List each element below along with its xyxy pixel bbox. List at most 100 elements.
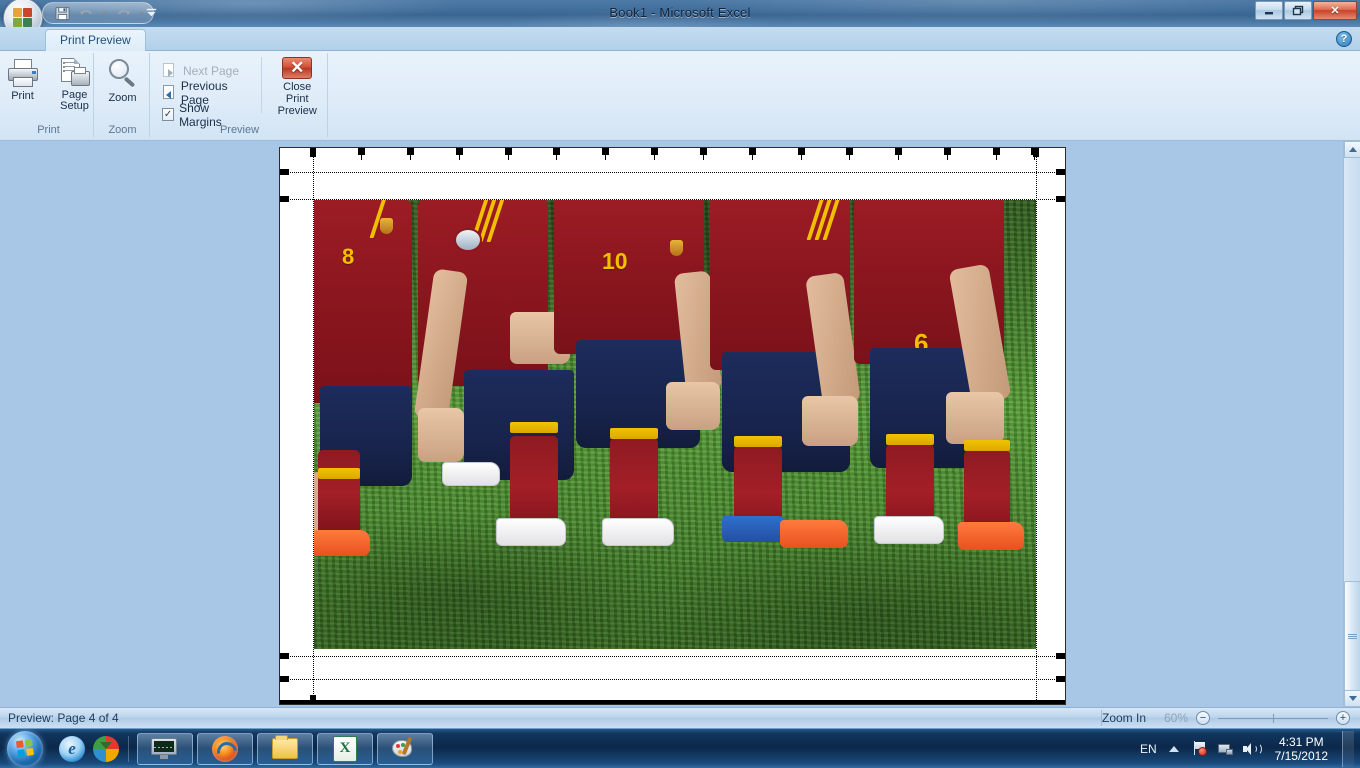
ribbon-group-print-label: Print	[37, 124, 60, 136]
zoom-out-button[interactable]: −	[1196, 711, 1210, 725]
excel-print-preview-window: ▾ ▾ Book1 - Microsoft Excel ✕ Print Prev…	[0, 0, 1360, 768]
zoom-percent[interactable]: 60%	[1154, 711, 1188, 725]
clock-time: 4:31 PM	[1278, 734, 1324, 749]
taskbar-item-paint[interactable]	[377, 732, 433, 765]
close-red-icon: ✕	[282, 57, 313, 79]
header-margin-line[interactable]	[280, 172, 1065, 173]
zoom-in-label[interactable]: Zoom In	[1102, 711, 1146, 725]
status-bar: Preview: Page 4 of 4 Zoom In 60% − +	[0, 707, 1360, 728]
scrollbar-thumb[interactable]	[1344, 581, 1360, 691]
previous-page-icon	[162, 84, 176, 101]
restore-button[interactable]	[1284, 1, 1312, 20]
preview-group-divider	[260, 57, 262, 113]
column-break-handle[interactable]	[505, 148, 512, 160]
right-footer-margin-handle[interactable]	[1056, 676, 1065, 682]
page-setup-button[interactable]: Page Setup	[50, 55, 100, 117]
page-setup-button-label: Page Setup	[60, 89, 89, 112]
page-setup-icon	[59, 58, 91, 88]
start-button[interactable]	[2, 730, 48, 768]
footer-margin-line[interactable]	[280, 679, 1065, 680]
excel-icon: X	[333, 735, 357, 762]
show-margins-checkbox[interactable]: ✓ Show Margins	[158, 101, 253, 129]
folder-icon	[272, 735, 298, 759]
ribbon-group-zoom: Zoom Zoom	[96, 53, 150, 137]
footer-margin-handle[interactable]	[280, 676, 289, 682]
column-break-ruler[interactable]	[280, 148, 1065, 160]
window-title: Book1 - Microsoft Excel	[609, 5, 751, 20]
right-bottom-margin-handle[interactable]	[1056, 653, 1065, 659]
show-hidden-icons-icon[interactable]	[1165, 740, 1183, 758]
taskbar-buttons: X	[137, 732, 433, 765]
system-tray: EN 4:31 PM 7/15/2012	[1140, 730, 1360, 767]
scroll-up-button[interactable]	[1344, 141, 1360, 158]
scroll-down-button[interactable]	[1344, 690, 1360, 707]
ribbon-group-print: Print Page Setup Print	[4, 53, 94, 137]
help-icon[interactable]: ?	[1336, 31, 1352, 47]
preview-page[interactable]: 8 10 6	[279, 147, 1066, 705]
right-margin-handle-top[interactable]	[1033, 148, 1039, 157]
ribbon: Print Page Setup Print Zoom Zoom Next Pa…	[0, 51, 1360, 141]
player-3-number: 10	[602, 248, 628, 274]
bottom-margin-handle[interactable]	[280, 653, 289, 659]
minimize-button[interactable]	[1255, 1, 1283, 20]
player-1-number: 8	[342, 244, 355, 269]
tab-print-preview[interactable]: Print Preview	[45, 29, 146, 52]
next-page-icon	[162, 62, 178, 79]
column-break-handle[interactable]	[993, 148, 1000, 160]
internet-explorer-icon[interactable]: e	[58, 735, 86, 763]
zoom-controls: Zoom In 60% − +	[1102, 711, 1360, 725]
windows-logo-icon	[7, 730, 43, 767]
bottom-margin-line[interactable]	[280, 656, 1065, 657]
network-icon[interactable]	[1217, 740, 1235, 758]
print-preview-workspace[interactable]: 8 10 6	[0, 141, 1360, 707]
column-break-handle[interactable]	[553, 148, 560, 160]
page-bottom-edge	[280, 700, 1065, 704]
internet-download-manager-icon[interactable]	[92, 735, 120, 763]
column-break-handle[interactable]	[944, 148, 951, 160]
zoom-in-button[interactable]: +	[1336, 711, 1350, 725]
print-button[interactable]: Print	[0, 55, 48, 117]
zoom-button-label: Zoom	[108, 92, 137, 104]
column-break-handle[interactable]	[895, 148, 902, 160]
firefox-icon	[212, 735, 238, 762]
taskbar-item-firefox[interactable]	[197, 732, 253, 765]
language-indicator[interactable]: EN	[1140, 742, 1157, 756]
next-page-label: Next Page	[183, 63, 240, 78]
action-center-flag-icon[interactable]	[1191, 740, 1209, 758]
taskbar-item-system-monitor[interactable]	[137, 732, 193, 765]
right-header-margin-handle[interactable]	[1056, 169, 1065, 175]
column-break-handle[interactable]	[407, 148, 414, 160]
right-top-margin-handle[interactable]	[1056, 196, 1065, 202]
header-margin-handle[interactable]	[280, 169, 289, 175]
taskbar-item-windows-explorer[interactable]	[257, 732, 313, 765]
column-break-handle[interactable]	[749, 148, 756, 160]
column-break-handle[interactable]	[798, 148, 805, 160]
column-break-handle[interactable]	[602, 148, 609, 160]
magnifier-icon	[107, 58, 139, 90]
captain-armband	[454, 228, 482, 252]
left-margin-handle-top[interactable]	[310, 148, 316, 157]
paint-palette-icon	[392, 736, 418, 761]
preview-photo: 8 10 6	[314, 200, 1036, 649]
monitor-icon	[151, 737, 179, 760]
column-break-handle[interactable]	[700, 148, 707, 160]
zoom-slider[interactable]	[1218, 713, 1328, 723]
column-break-handle[interactable]	[651, 148, 658, 160]
scrollbar-grip-icon	[1348, 633, 1357, 640]
show-desktop-button[interactable]	[1342, 730, 1354, 767]
vertical-scrollbar[interactable]	[1343, 141, 1360, 707]
right-margin-line[interactable]	[1036, 148, 1037, 704]
close-button[interactable]: ✕	[1313, 1, 1357, 20]
clock[interactable]: 4:31 PM 7/15/2012	[1269, 735, 1334, 763]
column-break-handle[interactable]	[456, 148, 463, 160]
quick-launch-bar: e	[58, 735, 120, 763]
column-break-handle[interactable]	[358, 148, 365, 160]
column-break-handle[interactable]	[846, 148, 853, 160]
volume-icon[interactable]	[1243, 740, 1263, 758]
top-margin-handle[interactable]	[280, 196, 289, 202]
close-print-preview-button[interactable]: ✕ Close Print Preview	[267, 55, 327, 117]
zoom-button[interactable]: Zoom	[98, 55, 148, 117]
close-print-preview-label: Close Print Preview	[277, 81, 317, 117]
taskbar: e X EN 4:31 PM 7/15/2012	[0, 728, 1360, 768]
taskbar-item-excel[interactable]: X	[317, 732, 373, 765]
